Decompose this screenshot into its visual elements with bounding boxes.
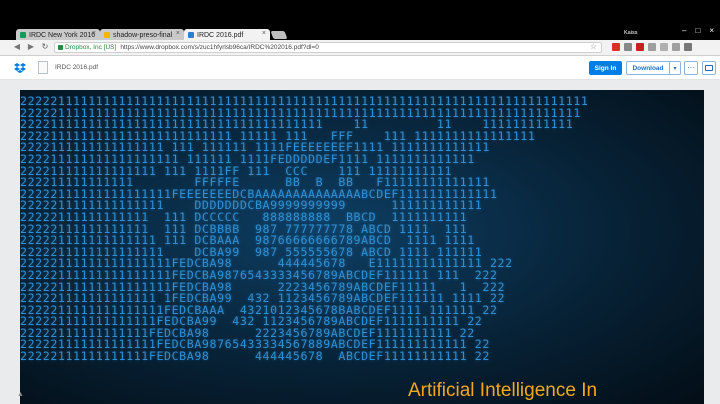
tab-strip: IRDC New York 2016 × shadow-preso-final … xyxy=(0,0,720,41)
tab-title: IRDC New York 2016 xyxy=(29,31,96,39)
extension-red-icon[interactable] xyxy=(612,43,620,51)
browser-window: IRDC New York 2016 × shadow-preso-final … xyxy=(0,0,720,404)
code-line: 2222211111111111111FEDCBAAA 432101234567… xyxy=(20,304,498,317)
code-line: 2222111111111111111111111111 11111 111 F… xyxy=(20,130,536,143)
file-name: IRDC 2016.pdf xyxy=(55,64,98,71)
menu-icon[interactable] xyxy=(684,43,692,51)
minimize-icon[interactable]: – xyxy=(682,26,686,35)
code-line: 22222111111111111FEDCBA98 2223456789ABCD… xyxy=(20,327,475,340)
new-tab-button[interactable] xyxy=(270,31,288,39)
slides-favicon-icon xyxy=(104,32,110,38)
code-line: 2222111111111111111 111 111111 1111FEEEE… xyxy=(20,142,490,154)
download-button[interactable]: Download xyxy=(626,61,670,75)
address-bar[interactable]: Dropbox, Inc [US] https://www.dropbox.co… xyxy=(54,42,602,53)
close-window-icon[interactable]: × xyxy=(709,26,714,35)
comment-icon xyxy=(705,65,713,71)
download-options-chevron-icon[interactable]: ▾ xyxy=(670,61,681,75)
tab-close-icon[interactable]: × xyxy=(92,30,96,37)
code-line: 222211111111111111 111 1111FF 111 CCC 11… xyxy=(20,165,453,178)
code-line: 2222211111111111111 DDDDDDDCBA9999999999… xyxy=(20,200,483,212)
sheets-favicon-icon xyxy=(20,32,26,38)
code-line: 2222111111111111111111111111111111111111… xyxy=(20,119,574,131)
tab-close-icon[interactable]: × xyxy=(262,30,266,37)
pdf-slide: 2222211111111111111111111111111111111111… xyxy=(20,90,704,404)
extension-badge-icon[interactable] xyxy=(636,43,644,51)
tab-title: IRDC 2016.pdf xyxy=(197,31,244,39)
cast-icon[interactable] xyxy=(672,43,680,51)
comments-button[interactable] xyxy=(702,61,716,75)
sign-in-button[interactable]: Sign In xyxy=(589,61,622,75)
dropbox-favicon-icon xyxy=(188,32,194,38)
tab-title: shadow-preso-final xyxy=(113,31,173,39)
dropbox-logo-icon[interactable] xyxy=(14,63,26,73)
code-line: 22222111111111111111FEDCBA98 2223456789A… xyxy=(20,281,506,294)
code-line: 222221111111111111FEDCBA99 432 112345678… xyxy=(20,316,483,328)
lock-icon xyxy=(58,45,63,50)
code-line: 22222111111111111FEDCBA98 444445678 ABCD… xyxy=(20,351,490,363)
pdf-file-icon xyxy=(38,61,48,74)
extension-gray-icon[interactable] xyxy=(624,43,632,51)
more-options-button[interactable]: ··· xyxy=(684,61,698,75)
ssl-badge[interactable]: Dropbox, Inc [US] xyxy=(58,44,116,51)
code-line: 22222111111111111111FEDCBA98765433334567… xyxy=(20,269,498,282)
code-line: 222211111111111111111 111111 1111FEDDDDD… xyxy=(20,153,475,166)
scroll-up-icon[interactable]: ▲ xyxy=(17,391,24,398)
bookmark-star-icon[interactable]: ☆ xyxy=(590,42,597,51)
extension-icon[interactable] xyxy=(648,43,656,51)
browser-toolbar: ◀ ▶ ↻ Dropbox, Inc [US] https://www.drop… xyxy=(0,40,720,56)
url-text[interactable]: https://www.dropbox.com/s/zuc1hfyrlsb96c… xyxy=(120,44,319,51)
code-line: 222211111111111 FFFFFE BB B BB F11111111… xyxy=(20,177,490,189)
window-controls: – □ × xyxy=(682,26,714,35)
code-line: 222221111111111111 1FEDCBA99 432 1123456… xyxy=(20,293,506,305)
code-line: 22222111111111111 111 DCBBBB 987 7777777… xyxy=(20,223,468,236)
file-preview-area[interactable]: 2222211111111111111111111111111111111111… xyxy=(0,80,720,404)
maximize-icon[interactable]: □ xyxy=(695,26,700,35)
forward-icon[interactable]: ▶ xyxy=(26,42,36,52)
slide-title: Artificial Intelligence In xyxy=(408,380,598,401)
code-line: 22222111111111111111FEEEEEEEDCBAAAAAAAAA… xyxy=(20,188,498,201)
code-line: 22222111111111111 111 DCCCCC 888888888 B… xyxy=(20,211,468,224)
code-line: 222221111111111111 111 DCBAAA 9876666666… xyxy=(20,235,475,247)
dropbox-header: IRDC 2016.pdf Sign In Download ▾ ··· xyxy=(0,56,720,80)
code-line: 22222111111111111111FEDCBA98 444445678 E… xyxy=(20,258,513,270)
profile-name[interactable]: Kaiss xyxy=(624,30,637,36)
code-line: 222221111111111111FEDCBA9876543333456788… xyxy=(20,339,490,352)
extension-icons xyxy=(612,43,692,51)
back-icon[interactable]: ◀ xyxy=(12,42,22,52)
ssl-label: Dropbox, Inc [US] xyxy=(65,44,117,51)
code-pattern: 2222211111111111111111111111111111111111… xyxy=(20,96,704,363)
code-line: 2222211111111111111111111111111111111111… xyxy=(20,107,581,120)
code-line: 2222211111111111111111111111111111111111… xyxy=(20,96,589,108)
extension-icon[interactable] xyxy=(660,43,668,51)
reload-icon[interactable]: ↻ xyxy=(40,42,50,52)
code-line: 2222211111111111111 DCBA99 987 555555678… xyxy=(20,246,483,259)
tab-close-icon[interactable]: × xyxy=(176,30,180,37)
